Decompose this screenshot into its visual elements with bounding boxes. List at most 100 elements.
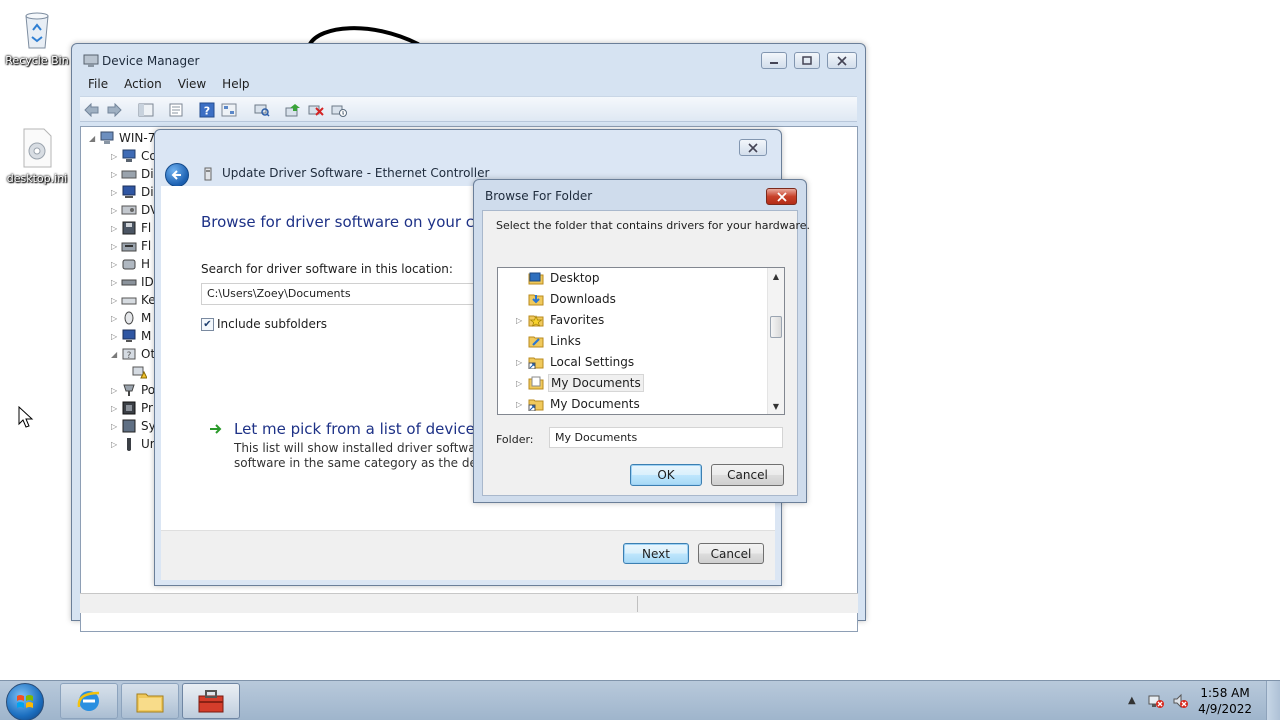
- tree-item[interactable]: ▷ DV: [111, 201, 158, 219]
- menu-help[interactable]: Help: [214, 74, 257, 96]
- network-warning-icon[interactable]: [1148, 693, 1164, 709]
- volume-muted-icon[interactable]: [1172, 693, 1188, 709]
- tree-item[interactable]: ▷ Ur: [111, 435, 155, 453]
- folder-tree[interactable]: Desktop Downloads ▷ Favorites Links ▷ Lo…: [497, 267, 785, 415]
- taskbar-device-manager[interactable]: [182, 683, 240, 719]
- folder-name-field[interactable]: My Documents: [549, 427, 783, 448]
- taskbar-internet-explorer[interactable]: [60, 683, 118, 719]
- tree-item[interactable]: ▷ Di: [111, 165, 154, 183]
- expand-icon[interactable]: ▷: [516, 400, 526, 409]
- system-tray: ▲ 1:58 AM 4/9/2022: [1120, 681, 1280, 720]
- hid-icon: [122, 259, 136, 270]
- tree-item-other-devices[interactable]: ◢? Ot: [111, 345, 155, 363]
- menu-view[interactable]: View: [170, 74, 214, 96]
- ok-button[interactable]: OK: [630, 464, 702, 486]
- taskbar-file-explorer[interactable]: [121, 683, 179, 719]
- computer-icon: [100, 131, 114, 144]
- recycle-bin-label: Recycle Bin: [5, 54, 69, 67]
- back-arrow-icon[interactable]: [84, 102, 100, 118]
- scroll-up-icon[interactable]: ▲: [768, 268, 784, 284]
- collapse-icon[interactable]: ◢: [111, 350, 121, 359]
- wizard-title: Update Driver Software - Ethernet Contro…: [222, 166, 490, 180]
- tree-item[interactable]: ▷ Fl: [111, 237, 151, 255]
- next-button[interactable]: Next: [623, 543, 689, 564]
- system-devices-icon: [122, 419, 136, 433]
- restore-button[interactable]: [794, 52, 820, 69]
- close-icon: [776, 191, 787, 202]
- clock-time: 1:58 AM: [1200, 686, 1250, 700]
- minimize-button[interactable]: [761, 52, 787, 69]
- help-icon[interactable]: ?: [199, 102, 215, 118]
- action-view-icon[interactable]: [221, 102, 237, 118]
- tree-item[interactable]: ▷ ID: [111, 273, 154, 291]
- minimize-icon: [770, 61, 778, 64]
- close-icon: [748, 142, 758, 153]
- properties-icon[interactable]: [168, 102, 184, 118]
- tree-item[interactable]: ▷ Pr: [111, 399, 153, 417]
- browse-close-button[interactable]: [766, 188, 797, 205]
- wizard-close-button[interactable]: [739, 139, 767, 156]
- menu-file[interactable]: File: [80, 74, 116, 96]
- show-desktop-button[interactable]: [1266, 681, 1280, 720]
- tree-item[interactable]: ▷ Po: [111, 381, 155, 399]
- desktop-icon-recycle-bin[interactable]: Recycle Bin: [2, 8, 72, 67]
- svg-text:?: ?: [204, 105, 210, 118]
- ports-icon: [123, 384, 135, 396]
- toolbar: ?: [80, 96, 857, 122]
- browse-folder-body: Select the folder that contains drivers …: [482, 210, 810, 496]
- expand-icon[interactable]: ▷: [516, 358, 526, 367]
- tree-item[interactable]: ▷ Ke: [111, 291, 156, 309]
- uninstall-icon[interactable]: [308, 102, 324, 118]
- include-subfolders-checkbox[interactable]: ✔: [201, 318, 214, 331]
- clock-date: 4/9/2022: [1198, 702, 1252, 716]
- show-hide-tree-icon[interactable]: [138, 102, 154, 118]
- browse-cancel-button[interactable]: Cancel: [711, 464, 784, 486]
- restore-icon: [802, 56, 812, 65]
- tree-root[interactable]: ◢ WIN-7: [89, 129, 155, 147]
- settings-file-icon: [17, 126, 57, 170]
- pick-desc-line2: software in the same category as the dev…: [234, 456, 506, 470]
- browse-instruction: Select the folder that contains drivers …: [496, 219, 811, 232]
- tree-item[interactable]: ▷ M: [111, 327, 151, 345]
- tree-item[interactable]: ▷ Fl: [111, 219, 151, 237]
- menu-action[interactable]: Action: [116, 74, 170, 96]
- other-devices-icon: ?: [122, 348, 136, 361]
- collapse-icon[interactable]: ◢: [89, 134, 99, 143]
- desktop-icon-desktop-ini[interactable]: desktop.ini: [2, 126, 72, 185]
- clock[interactable]: 1:58 AM 4/9/2022: [1198, 685, 1252, 717]
- pick-from-list-link[interactable]: Let me pick from a list of device dri: [234, 420, 500, 438]
- update-driver-icon[interactable]: [285, 102, 301, 118]
- device-manager-icon: [83, 54, 99, 67]
- tree-item[interactable]: ▷ H: [111, 255, 150, 273]
- monitor-icon: [122, 329, 136, 342]
- scrollbar-thumb[interactable]: [770, 316, 782, 338]
- forward-arrow-icon[interactable]: [106, 102, 122, 118]
- wizard-cancel-button[interactable]: Cancel: [698, 543, 764, 564]
- tree-item-ethernet-controller[interactable]: [131, 363, 151, 381]
- expand-icon[interactable]: ▷: [516, 316, 526, 325]
- links-folder-icon: [528, 336, 544, 348]
- taskbar: ▲ 1:58 AM 4/9/2022: [0, 680, 1280, 720]
- scan-hardware-icon[interactable]: [254, 102, 270, 118]
- folder-tree-scrollbar[interactable]: ▲ ▼: [767, 268, 784, 414]
- tree-item[interactable]: ▷ Di: [111, 183, 154, 201]
- file-explorer-icon: [136, 693, 164, 713]
- toolbox-icon: [198, 690, 224, 713]
- tree-item[interactable]: ▷ Co: [111, 147, 157, 165]
- mouse-icon: [124, 311, 134, 325]
- start-button[interactable]: [6, 683, 44, 720]
- disk-drive-icon: [121, 170, 137, 179]
- processor-icon: [122, 401, 136, 415]
- include-subfolders-label: Include subfolders: [217, 317, 328, 331]
- expand-icon[interactable]: ▷: [516, 379, 526, 388]
- wizard-footer: Next Cancel: [161, 530, 775, 580]
- disable-device-icon[interactable]: [331, 102, 347, 118]
- driver-path-field[interactable]: C:\Users\Zoey\Documents: [201, 283, 491, 305]
- close-button[interactable]: [827, 52, 857, 69]
- show-hidden-icons-icon[interactable]: ▲: [1128, 695, 1136, 706]
- scroll-down-icon[interactable]: ▼: [768, 398, 784, 414]
- back-button[interactable]: [165, 163, 189, 187]
- tree-item[interactable]: ▷ Sy: [111, 417, 156, 435]
- internet-explorer-icon: [77, 691, 100, 711]
- tree-item[interactable]: ▷ M: [111, 309, 151, 327]
